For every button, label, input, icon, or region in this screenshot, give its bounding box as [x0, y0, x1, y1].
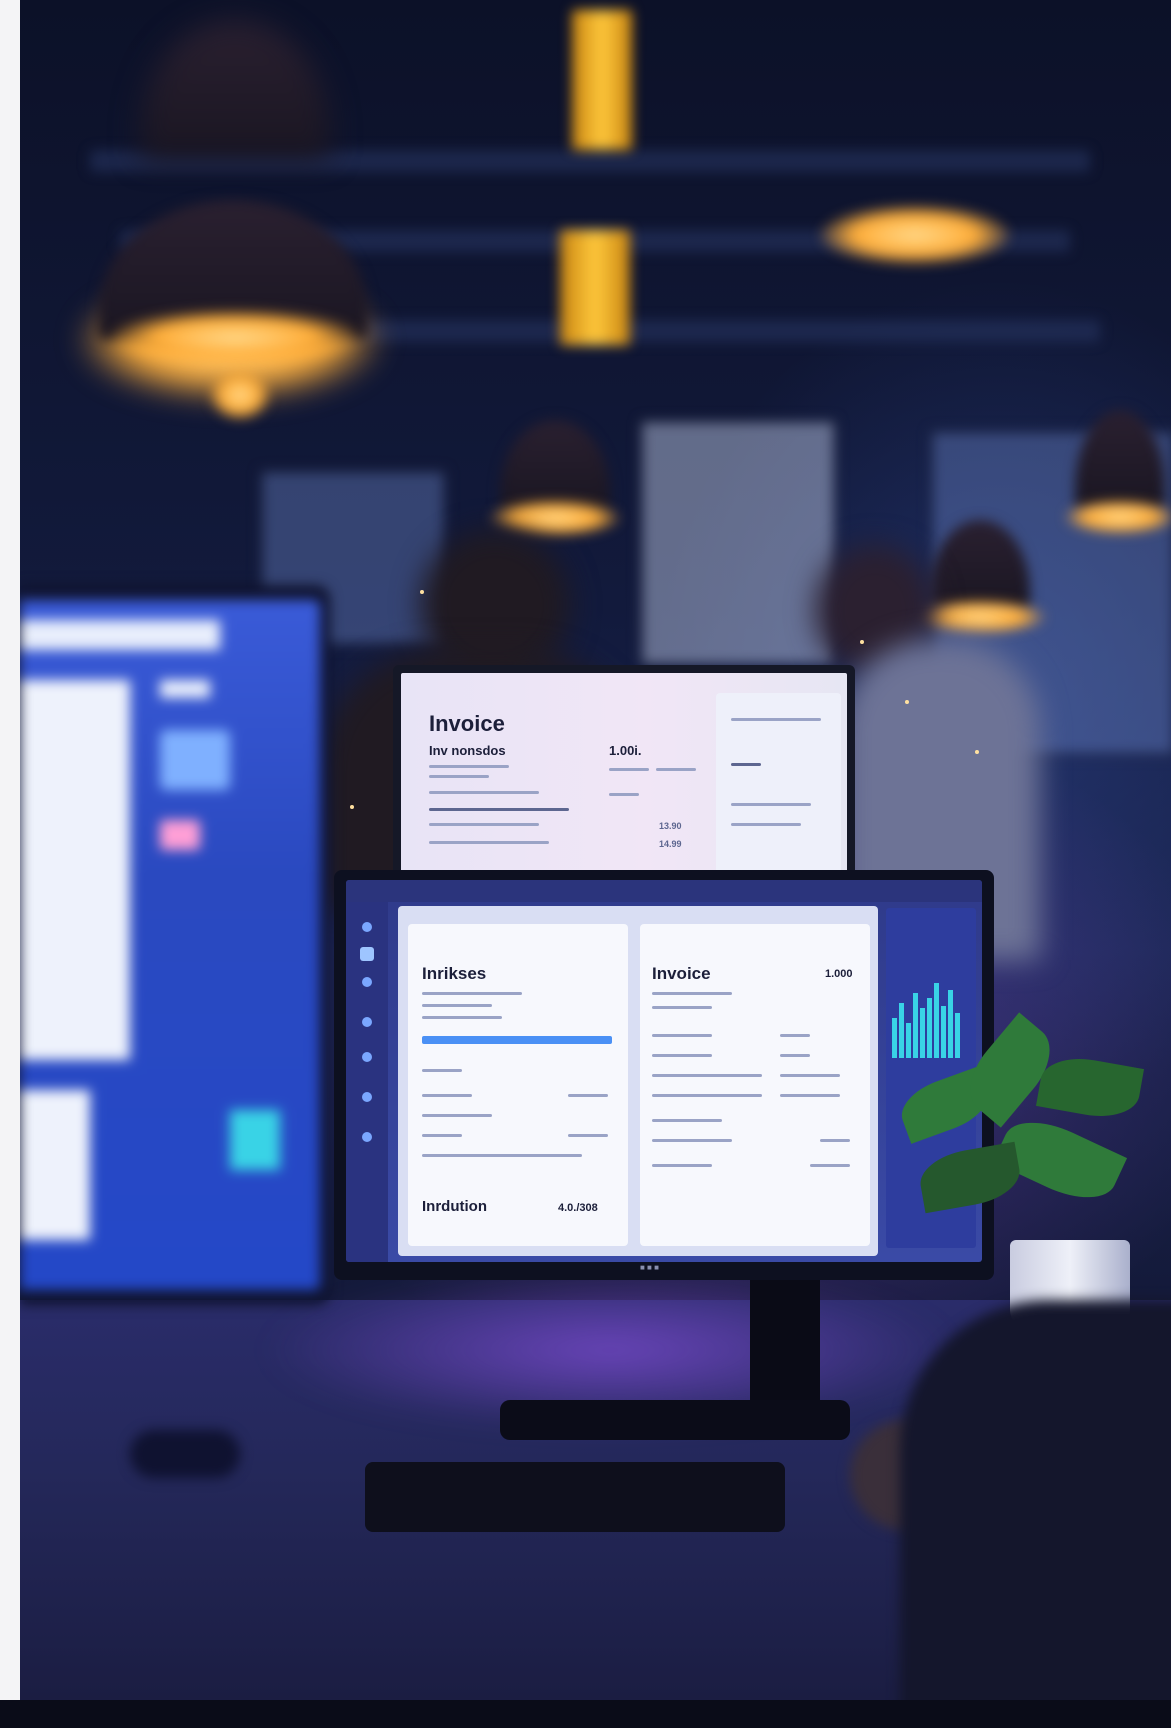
monitor-base	[500, 1400, 850, 1440]
mouse	[130, 1430, 240, 1478]
lamp-shade	[1075, 410, 1165, 510]
arm	[900, 1300, 1171, 1728]
left-border	[0, 0, 20, 1728]
invoices-card: Inrikses Inrdution 4.0./308	[408, 924, 628, 1246]
keyboard	[365, 1462, 785, 1532]
back-monitor-screen: Invoice Inv nonsdos 1.00i. 13.90 14.99	[401, 673, 847, 880]
lamp-glow	[1065, 500, 1171, 534]
invoices-card-title: Inrikses	[422, 964, 487, 983]
monitor-brand-dots: ■ ■ ■	[640, 1263, 659, 1272]
app-content: Inrikses Inrdution 4.0./308 Invoice 1.00…	[398, 906, 878, 1256]
lamp-cylinder	[572, 10, 632, 150]
lamp-glow	[110, 310, 360, 365]
office-scene: Invoice Inv nonsdos 1.00i. 13.90 14.99 I…	[0, 0, 1171, 1728]
invoice-row-value: 14.99	[659, 839, 682, 849]
ceiling-beam	[300, 320, 1100, 342]
invoice-detail-card: Invoice 1.000	[640, 924, 870, 1246]
lamp-glow	[820, 205, 1010, 265]
invoice-subtitle: Inv nonsdos	[429, 743, 506, 758]
invoices-card-footer-title: Inrdution	[422, 1198, 487, 1215]
plant-leaf	[1035, 1051, 1145, 1124]
lamp-cylinder	[560, 230, 630, 345]
left-monitor-screen	[20, 600, 320, 1290]
app-topbar	[346, 880, 982, 902]
lamp-shade	[140, 20, 330, 160]
lamp-shade	[500, 420, 610, 510]
invoice-detail-amount: 1.000	[825, 968, 853, 980]
invoice-row-value: 13.90	[659, 821, 682, 831]
analytics-chart	[892, 983, 960, 1058]
bottom-border	[0, 1700, 1171, 1728]
invoice-title: Invoice	[429, 711, 505, 736]
invoice-amount: 1.00i.	[609, 743, 642, 758]
window	[640, 420, 836, 666]
lamp-glow	[210, 370, 270, 420]
invoice-detail-title: Invoice	[652, 964, 711, 983]
invoices-card-footer-amount: 4.0./308	[558, 1202, 598, 1214]
front-monitor-screen: Inrikses Inrdution 4.0./308 Invoice 1.00…	[346, 880, 982, 1262]
app-sidebar	[346, 902, 388, 1262]
